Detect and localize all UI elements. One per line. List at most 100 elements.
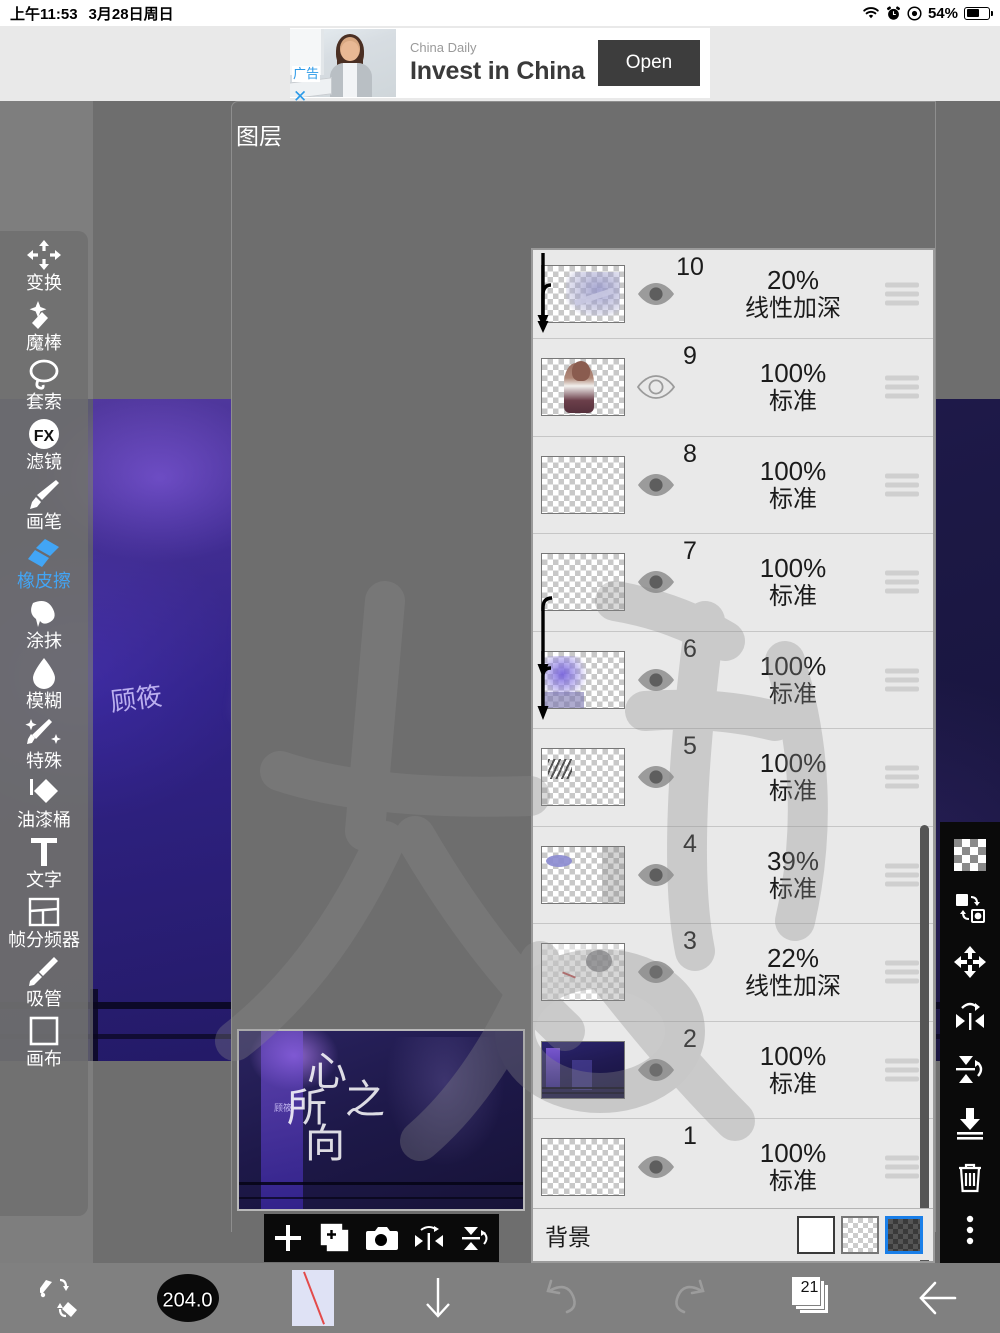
layer-visible-eye-icon[interactable] [625,959,687,985]
status-bar-left: 上午11:53 3月28日周日 [10,3,174,24]
layer-drag-handle-icon[interactable] [885,762,919,793]
left-tool-模糊[interactable]: 模糊 [0,655,88,712]
swap-layers-icon[interactable] [949,887,991,929]
layer-drag-handle-icon[interactable] [885,567,919,598]
left-tool-魔棒[interactable]: 魔棒 [0,297,88,354]
left-tool-label: 滤镜 [26,452,62,473]
alarm-icon [886,5,901,21]
left-tool-特殊[interactable]: 特殊 [0,715,88,772]
layer-drag-handle-icon[interactable] [885,957,919,988]
layer-row[interactable]: 3 22% 线性加深 [533,924,933,1022]
ad-banner[interactable]: China Daily Invest in China Open [290,28,710,98]
layer-row[interactable]: 6 100% 标准 [533,631,933,729]
add-layer-button[interactable] [271,1221,305,1255]
left-tool-label: 橡皮擦 [17,571,71,592]
layer-drag-handle-icon[interactable] [885,469,919,500]
layer-visible-eye-icon[interactable] [625,764,687,790]
layer-number: 1 [683,1122,697,1150]
do-not-disturb-icon [907,5,922,21]
download-button[interactable] [375,1263,500,1333]
layer-blend-mode: 标准 [769,388,817,416]
layer-visible-eye-icon[interactable] [625,862,687,888]
layer-drag-handle-icon[interactable] [885,859,919,890]
layer-drag-handle-icon[interactable] [885,1054,919,1085]
left-tool-变换[interactable]: 变换 [0,237,88,294]
merge-down-icon[interactable] [949,1102,991,1144]
layer-blend-mode: 标准 [769,1168,817,1196]
flip-vertical-button[interactable] [459,1221,493,1255]
canvas-icon [27,1013,61,1049]
background-transparent-swatch[interactable] [841,1215,879,1254]
bottom-toolbar: 204.0 21 [0,1263,1000,1333]
layer-blend-mode: 标准 [769,485,817,513]
move-layer-icon[interactable] [949,941,991,983]
layers-panel-title: 图层 [236,123,282,149]
redo-button[interactable] [625,1263,750,1333]
left-tool-画布[interactable]: 画布 [0,1013,88,1070]
canvas-preview-thumbnail[interactable]: 心 之 所 向 顾筱 [237,1029,525,1211]
layer-drag-handle-icon[interactable] [885,664,919,695]
preview-signature: 顾筱 [274,1103,293,1113]
layer-row[interactable]: 1 100% 标准 [533,1119,933,1217]
layer-drag-handle-icon[interactable] [885,1152,919,1183]
layer-blend-mode: 标准 [769,1070,817,1098]
layer-visible-eye-icon[interactable] [625,472,687,498]
left-tool-油漆桶[interactable]: 油漆桶 [0,774,88,831]
back-button[interactable] [875,1263,1000,1333]
layer-row[interactable]: 10 20% 线性加深 [533,250,933,339]
layer-row[interactable]: 5 100% 标准 [533,729,933,827]
left-tool-套索[interactable]: 套索 [0,356,88,413]
left-tool-文字[interactable]: 文字 [0,834,88,891]
layer-number: 4 [683,829,697,858]
left-tool-吸管[interactable]: 吸管 [0,953,88,1010]
flip-vertical-rotate-icon[interactable] [949,1048,991,1090]
layer-visible-eye-icon[interactable] [625,1154,687,1180]
layer-visible-eye-icon[interactable] [625,281,687,307]
layer-list-scrollbar[interactable] [920,825,929,1261]
left-tool-label: 油漆桶 [17,810,71,831]
left-tool-label: 套索 [26,392,62,413]
left-tool-涂抹[interactable]: 涂抹 [0,595,88,652]
layer-visible-eye-icon[interactable] [625,667,687,693]
rotate-flip-horizontal-icon[interactable] [949,995,991,1037]
color-picker-button[interactable] [250,1263,375,1333]
layer-row[interactable]: 9 100% 标准 [533,339,933,437]
ad-open-button[interactable]: Open [598,40,700,86]
tool-swap-button[interactable] [0,1263,125,1333]
eraser-icon [25,535,63,571]
undo-button[interactable] [500,1263,625,1333]
left-tool-画笔[interactable]: 画笔 [0,476,88,533]
battery-percent-label: 54% [927,4,958,22]
background-white-swatch[interactable] [797,1215,835,1254]
duplicate-layer-button[interactable] [318,1221,352,1255]
left-tool-帧分频器[interactable]: 帧分频器 [0,894,88,951]
left-tool-橡皮擦[interactable]: 橡皮擦 [0,535,88,592]
left-tool-label: 涂抹 [26,631,62,652]
paintbrush-icon [26,476,62,512]
layer-list[interactable]: 10 20% 线性加深 9 100% 标准 8 100% 标准 7 100% 标准 6 100% 标准 5 10… [531,248,935,1263]
background-dark-checker-swatch[interactable] [885,1215,923,1254]
layer-visible-eye-icon[interactable] [625,569,687,595]
layer-row[interactable]: 8 100% 标准 [533,436,933,534]
brush-size-button[interactable]: 204.0 [125,1263,250,1333]
more-options-icon[interactable] [949,1209,991,1251]
layer-blend-mode: 标准 [769,680,817,708]
battery-icon [964,6,993,20]
layer-visible-eye-icon[interactable] [625,1057,687,1083]
layers-button[interactable]: 21 [750,1263,875,1333]
flip-horizontal-button[interactable] [412,1221,446,1255]
delete-trash-icon[interactable] [949,1156,991,1198]
camera-import-button[interactable] [365,1221,399,1255]
layer-drag-handle-icon[interactable] [885,279,919,310]
layer-drag-handle-icon[interactable] [885,372,919,403]
layer-row[interactable]: 2 100% 标准 [533,1021,933,1119]
layer-blend-mode: 标准 [769,778,817,806]
layer-row[interactable]: 7 100% 标准 [533,534,933,632]
layer-hidden-eye-icon[interactable] [625,374,687,400]
layers-count-label: 21 [800,1279,819,1296]
transparency-checker-icon[interactable] [949,834,991,876]
left-tool-label: 魔棒 [26,332,62,353]
left-tool-滤镜[interactable]: FX 滤镜 [0,416,88,473]
layer-row[interactable]: 4 39% 标准 [533,826,933,924]
left-tool-label: 吸管 [26,989,62,1010]
